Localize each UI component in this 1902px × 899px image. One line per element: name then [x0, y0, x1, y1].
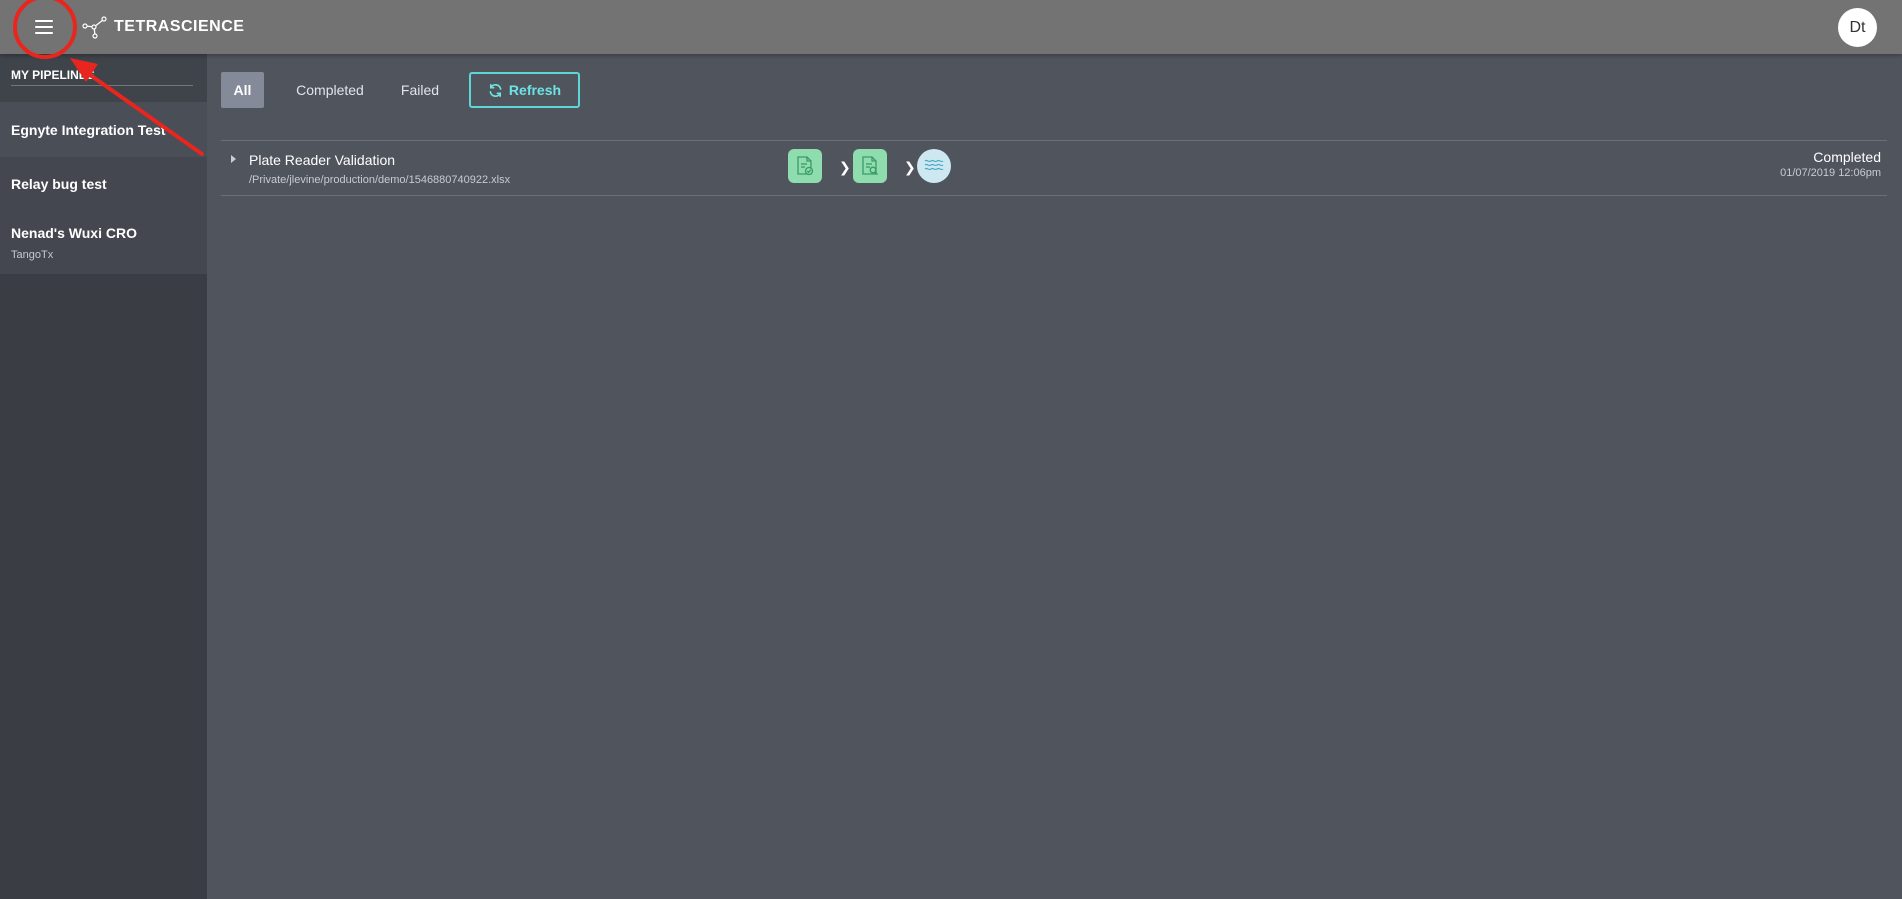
pipeline-item[interactable]: Egnyte Integration Test: [0, 102, 207, 157]
pipeline-run-row[interactable]: Plate Reader Validation /Private/jlevine…: [221, 140, 1887, 196]
waves-icon[interactable]: [917, 149, 951, 183]
run-title: Plate Reader Validation: [249, 152, 396, 168]
main-content: All Completed Failed Refresh Plate Reade…: [207, 54, 1902, 899]
brand-name: TETRASCIENCE: [114, 18, 245, 35]
expand-icon[interactable]: [231, 155, 236, 163]
refresh-icon: [489, 83, 502, 97]
top-bar: TETRASCIENCE Dt: [0, 0, 1902, 54]
sidebar-header: MY PIPELINES: [0, 54, 207, 102]
pipeline-name: Relay bug test: [11, 176, 107, 192]
pipeline-item[interactable]: Relay bug test: [0, 157, 207, 211]
chevron-right-icon: ❯: [839, 159, 851, 175]
brand-logo[interactable]: TETRASCIENCE: [82, 13, 244, 41]
run-file-path: /Private/jlevine/production/demo/1546880…: [249, 174, 511, 186]
menu-icon[interactable]: [31, 15, 59, 39]
pipeline-org: TangoTx: [11, 248, 54, 261]
refresh-button[interactable]: Refresh: [469, 72, 580, 108]
filter-completed-tab[interactable]: Completed: [280, 72, 380, 108]
tetrascience-logo-icon: [82, 16, 107, 39]
filter-failed-tab[interactable]: Failed: [389, 72, 451, 108]
pipeline-name: Egnyte Integration Test: [11, 121, 166, 138]
pipeline-name: Nenad's Wuxi CRO: [11, 224, 137, 241]
pipeline-list: Egnyte Integration Test Relay bug test N…: [0, 102, 207, 274]
pipeline-item[interactable]: Nenad's Wuxi CRO TangoTx: [0, 211, 207, 274]
file-search-icon[interactable]: [853, 149, 887, 183]
chevron-right-icon: ❯: [904, 159, 916, 175]
run-timestamp: 01/07/2019 12:06pm: [1780, 167, 1881, 179]
refresh-label: Refresh: [508, 82, 562, 98]
file-check-icon[interactable]: [788, 149, 822, 183]
pipelines-sidebar: MY PIPELINES Egnyte Integration Test Rel…: [0, 54, 207, 899]
sidebar-title: MY PIPELINES: [11, 68, 193, 86]
run-status: Completed: [1813, 149, 1881, 165]
filter-all-tab[interactable]: All: [221, 72, 264, 108]
user-avatar[interactable]: Dt: [1838, 8, 1877, 47]
